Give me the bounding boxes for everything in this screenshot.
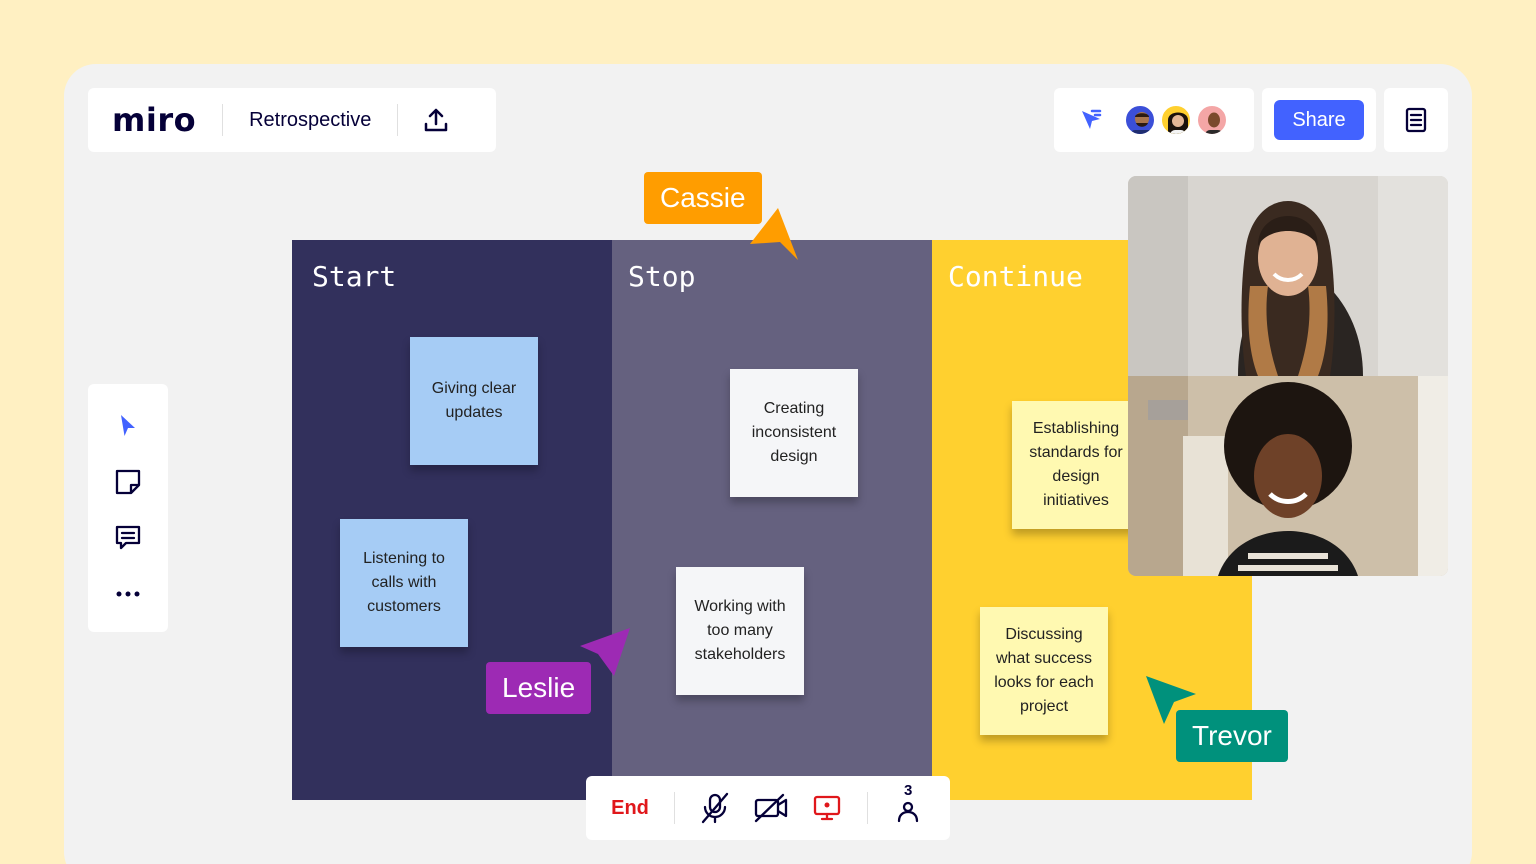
cursor-arrow-icon <box>580 628 630 676</box>
column-title: Continue <box>948 260 1083 293</box>
video-feed-image <box>1128 176 1448 376</box>
cursor-sharing-icon[interactable] <box>1078 107 1104 133</box>
share-container: Share <box>1262 88 1376 152</box>
avatar[interactable] <box>1196 104 1228 136</box>
sticky-note[interactable]: Giving clear updates <box>410 337 538 465</box>
miro-logo[interactable]: miro <box>112 101 196 139</box>
sticky-note[interactable]: Listening to calls with customers <box>340 519 468 647</box>
screen-share-icon[interactable] <box>799 788 855 828</box>
video-tile-participant-1[interactable] <box>1128 176 1448 376</box>
avatar-group <box>1120 104 1228 136</box>
column-stop: Stop <box>612 240 932 800</box>
divider <box>222 104 224 136</box>
top-left-toolbar: miro Retrospective <box>88 88 496 152</box>
camera-off-icon[interactable] <box>743 788 799 828</box>
more-icon[interactable] <box>110 576 146 612</box>
share-button[interactable]: Share <box>1274 100 1364 140</box>
board-title[interactable]: Retrospective <box>249 109 371 132</box>
sticky-note[interactable]: Establishing standards for design initia… <box>1012 401 1140 529</box>
sticky-note[interactable]: Discussing what success looks for each p… <box>980 607 1108 735</box>
divider <box>674 792 675 824</box>
avatar[interactable] <box>1124 104 1156 136</box>
call-controls-bar: End 3 <box>586 776 950 840</box>
cursor-label-leslie: Leslie <box>486 662 592 714</box>
left-toolbar <box>88 384 168 632</box>
cursor-arrow-icon <box>750 208 798 260</box>
column-title: Start <box>312 260 397 293</box>
end-call-button[interactable]: End <box>586 797 674 820</box>
mic-off-icon[interactable] <box>687 788 743 828</box>
collaboration-bar <box>1054 88 1254 152</box>
cursor-arrow-icon <box>1146 676 1196 724</box>
divider <box>397 104 399 136</box>
select-icon[interactable] <box>110 408 146 444</box>
column-title: Stop <box>628 260 696 293</box>
video-tile-participant-2[interactable] <box>1128 376 1448 576</box>
divider <box>867 792 868 824</box>
participants-count: 3 <box>904 782 913 799</box>
avatar[interactable] <box>1160 104 1192 136</box>
participants-icon[interactable]: 3 <box>880 782 936 828</box>
sticky-note[interactable]: Creating inconsistent design <box>730 369 858 497</box>
sticky-note-icon[interactable] <box>110 464 146 500</box>
notes-icon[interactable] <box>1402 106 1430 134</box>
video-feed-image <box>1128 376 1448 576</box>
upload-icon[interactable] <box>422 106 450 134</box>
cursor-label-cassie: Cassie <box>644 172 762 224</box>
comment-icon[interactable] <box>110 520 146 556</box>
notes-container <box>1384 88 1448 152</box>
sticky-note[interactable]: Working with too many stakeholders <box>676 567 804 695</box>
